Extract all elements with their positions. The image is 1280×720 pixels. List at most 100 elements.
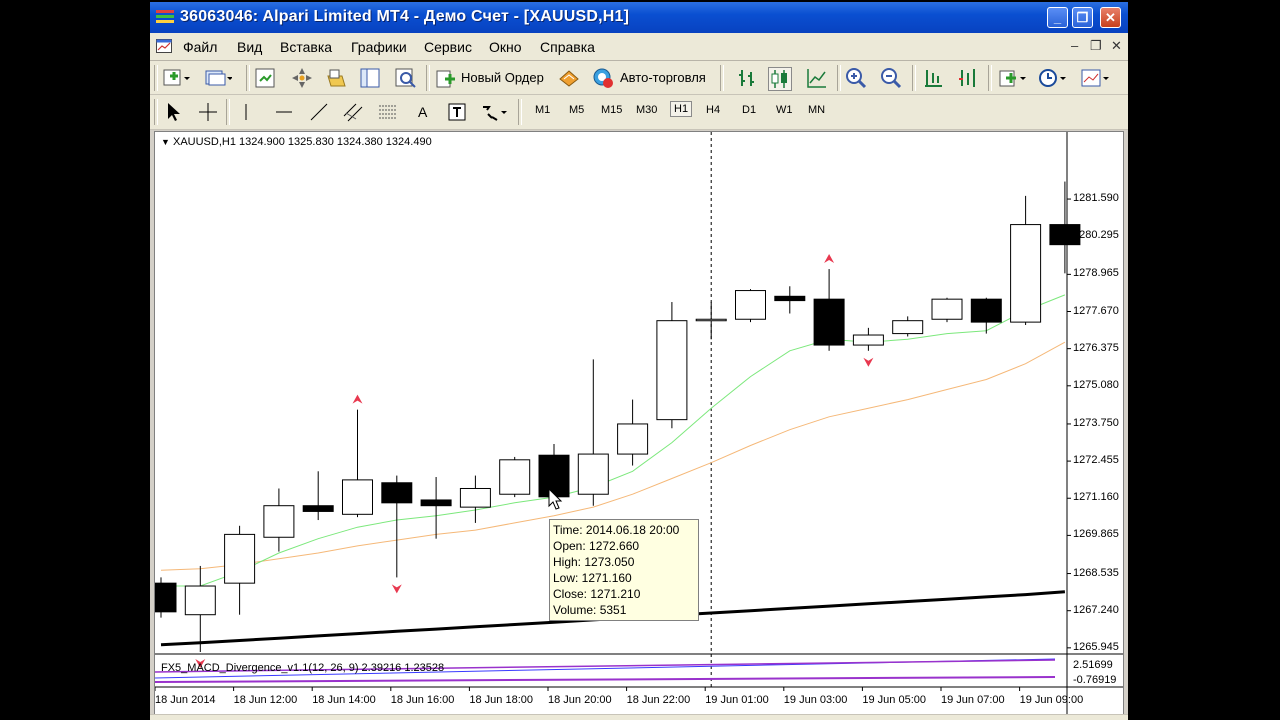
tester-icon[interactable] bbox=[394, 67, 416, 89]
minimize-button[interactable]: _ bbox=[1047, 7, 1068, 28]
menu-bar: Файл Вид Вставка Графики Сервис Окно Спр… bbox=[150, 33, 1128, 61]
bull-candle bbox=[577, 453, 609, 495]
trendline-icon[interactable] bbox=[309, 101, 329, 123]
bull-candle bbox=[1010, 224, 1042, 323]
close-button[interactable]: ✕ bbox=[1100, 7, 1121, 28]
terminal-icon[interactable] bbox=[359, 67, 381, 89]
indicators-icon[interactable] bbox=[998, 67, 1028, 89]
meta-editor-icon[interactable] bbox=[558, 67, 580, 89]
bull-candle bbox=[656, 320, 688, 421]
crosshair-icon[interactable] bbox=[198, 101, 218, 123]
tooltip-high: High: 1273.050 bbox=[553, 555, 635, 569]
zoom-out-icon[interactable] bbox=[880, 67, 902, 89]
price-tick-label: 1278.965 bbox=[1073, 267, 1119, 280]
mdi-restore-button[interactable]: ❐ bbox=[1090, 38, 1102, 54]
bear-candle bbox=[970, 298, 1002, 323]
text-tool-button[interactable]: A bbox=[418, 104, 427, 120]
tooltip-volume: Volume: 5351 bbox=[553, 603, 627, 617]
bull-candle bbox=[499, 459, 531, 495]
time-tick-label: 18 Jun 22:00 bbox=[626, 694, 691, 706]
menu-charts[interactable]: Графики bbox=[351, 39, 407, 55]
chart-shift-icon[interactable] bbox=[922, 67, 944, 89]
profiles-icon[interactable] bbox=[204, 67, 232, 89]
chart-header: ▼ XAUUSD,H1 1324.900 1325.830 1324.380 1… bbox=[161, 136, 432, 148]
time-tick-label: 19 Jun 01:00 bbox=[705, 694, 769, 706]
menu-window[interactable]: Окно bbox=[489, 39, 522, 55]
navigator-icon[interactable] bbox=[291, 67, 313, 89]
price-tick-label: 1265.945 bbox=[1073, 640, 1119, 653]
new-chart-icon[interactable] bbox=[162, 67, 190, 89]
bull-candle bbox=[184, 585, 216, 616]
tf-mn[interactable]: MN bbox=[808, 104, 825, 116]
title-bar[interactable]: 36063046: Alpari Limited MT4 - Демо Счет… bbox=[150, 2, 1128, 33]
arrows-icon[interactable] bbox=[480, 101, 510, 123]
bear-candle bbox=[155, 582, 177, 613]
tooltip-open: Open: 1272.660 bbox=[553, 539, 640, 553]
chart-menu-icon[interactable]: ▼ bbox=[161, 137, 170, 147]
time-tick-label: 19 Jun 03:00 bbox=[783, 694, 848, 706]
price-tick-label: 1273.750 bbox=[1073, 416, 1119, 429]
toolbar-grip bbox=[154, 65, 158, 91]
periods-icon[interactable] bbox=[1038, 67, 1068, 89]
time-tick-label: 19 Jun 07:00 bbox=[941, 694, 1005, 706]
chart-window-icon[interactable] bbox=[156, 39, 172, 53]
tf-d1[interactable]: D1 bbox=[742, 104, 756, 116]
standard-toolbar: Новый Ордер Авто-торговля bbox=[150, 61, 1128, 95]
chart-symbol-info: XAUUSD,H1 1324.900 1325.830 1324.380 132… bbox=[172, 136, 432, 148]
bull-candle bbox=[931, 298, 963, 320]
data-window-icon[interactable] bbox=[325, 67, 347, 89]
tf-h1[interactable]: H1 bbox=[670, 101, 693, 117]
tf-m5[interactable]: M5 bbox=[569, 104, 584, 116]
bar-chart-icon[interactable] bbox=[736, 67, 758, 89]
chart-window[interactable]: ▼ XAUUSD,H1 1324.900 1325.830 1324.380 1… bbox=[154, 131, 1124, 720]
market-watch-icon[interactable] bbox=[254, 67, 276, 89]
zoom-in-icon[interactable] bbox=[845, 67, 867, 89]
channel-icon[interactable] bbox=[342, 101, 364, 123]
cursor-icon[interactable] bbox=[164, 101, 182, 123]
line-chart-icon[interactable] bbox=[805, 67, 827, 89]
bull-candle bbox=[459, 487, 491, 508]
tf-h4[interactable]: H4 bbox=[706, 104, 720, 116]
time-tick-label: 18 Jun 18:00 bbox=[469, 694, 534, 706]
tf-w1[interactable]: W1 bbox=[776, 104, 793, 116]
horizontal-line-icon[interactable] bbox=[274, 101, 294, 123]
bull-candle bbox=[224, 533, 256, 584]
down-arrow bbox=[391, 584, 402, 594]
menu-insert[interactable]: Вставка bbox=[280, 39, 332, 55]
candlesticks-icon[interactable] bbox=[768, 67, 792, 91]
tf-m15[interactable]: M15 bbox=[601, 104, 622, 116]
price-tick-label: 1271.160 bbox=[1073, 491, 1119, 504]
vertical-line-icon[interactable] bbox=[241, 101, 251, 123]
menu-help[interactable]: Справка bbox=[540, 39, 595, 55]
time-tick-label: 19 Jun 09:00 bbox=[1019, 694, 1084, 706]
menu-file[interactable]: Файл bbox=[183, 39, 217, 55]
price-tick-label: 1281.590 bbox=[1073, 192, 1119, 205]
bull-candle bbox=[735, 290, 766, 320]
down-arrow bbox=[863, 357, 874, 367]
bear-candle bbox=[420, 499, 452, 507]
menu-view[interactable]: Вид bbox=[237, 39, 262, 55]
indicator-header: FX5_MACD_Divergence_v1.1(12, 26, 9) 2.39… bbox=[161, 662, 445, 674]
up-arrow bbox=[824, 254, 835, 264]
tf-m1[interactable]: M1 bbox=[535, 104, 550, 116]
menu-tools[interactable]: Сервис bbox=[424, 39, 472, 55]
templates-icon[interactable] bbox=[1080, 67, 1110, 89]
auto-trading-button[interactable]: Авто-торговля bbox=[620, 70, 706, 85]
price-tick-label: 1280.295 bbox=[1073, 229, 1119, 242]
fibonacci-icon[interactable] bbox=[377, 101, 399, 123]
mdi-close-button[interactable]: ✕ bbox=[1111, 38, 1122, 54]
price-chart-canvas[interactable] bbox=[155, 132, 1123, 719]
bull-candle bbox=[617, 423, 649, 455]
bull-candle bbox=[852, 334, 884, 346]
bull-candle bbox=[892, 320, 924, 335]
tf-m30[interactable]: M30 bbox=[636, 104, 657, 116]
window-title: 36063046: Alpari Limited MT4 - Демо Счет… bbox=[180, 8, 630, 25]
new-order-button[interactable]: Новый Ордер bbox=[461, 70, 544, 85]
new-order-icon[interactable] bbox=[435, 67, 457, 89]
auto-trading-icon[interactable] bbox=[592, 67, 614, 89]
auto-scroll-icon[interactable] bbox=[956, 67, 978, 89]
text-label-icon[interactable] bbox=[447, 101, 467, 123]
price-tick-label: 1267.240 bbox=[1073, 603, 1119, 616]
maximize-button[interactable]: ❐ bbox=[1072, 7, 1093, 28]
mdi-minimize-button[interactable]: – bbox=[1071, 38, 1078, 53]
